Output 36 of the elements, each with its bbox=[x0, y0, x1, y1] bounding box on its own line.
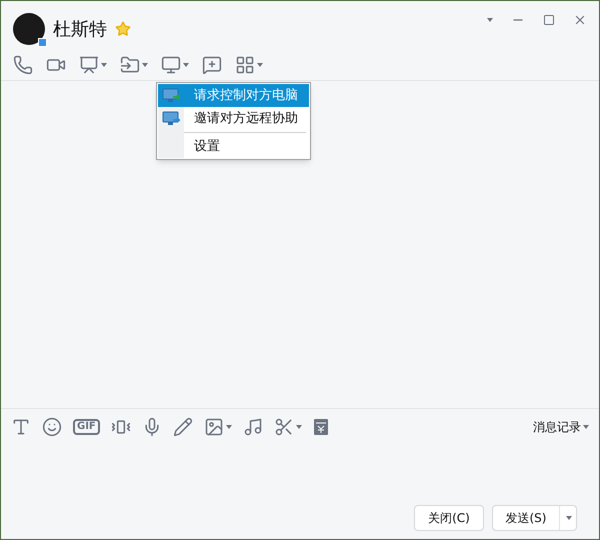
caret-icon[interactable] bbox=[583, 425, 589, 429]
status-icon bbox=[38, 38, 47, 47]
caret-icon[interactable] bbox=[142, 63, 148, 67]
history-link[interactable]: 消息记录 bbox=[533, 418, 581, 436]
caret-icon[interactable] bbox=[183, 63, 189, 67]
monitor-icon bbox=[162, 110, 180, 126]
contact-name: 杜斯特 bbox=[53, 18, 107, 42]
dropdown-icon[interactable] bbox=[487, 18, 493, 22]
caret-icon[interactable] bbox=[101, 63, 107, 67]
message-plus-icon[interactable] bbox=[202, 55, 222, 75]
close-button[interactable]: 关闭(C) bbox=[414, 505, 484, 531]
emoji-icon[interactable] bbox=[42, 417, 62, 437]
monitor-icon bbox=[162, 88, 180, 104]
gif-button[interactable]: GIF bbox=[73, 419, 100, 435]
star-icon bbox=[115, 21, 131, 37]
maximize-icon[interactable] bbox=[543, 14, 555, 26]
scissors-icon[interactable] bbox=[274, 417, 294, 437]
menu-item[interactable]: 设置 bbox=[158, 135, 309, 158]
caret-icon[interactable] bbox=[296, 425, 302, 429]
close-icon[interactable] bbox=[573, 13, 587, 27]
caret-icon[interactable] bbox=[257, 63, 263, 67]
folder-icon[interactable] bbox=[120, 55, 140, 75]
music-icon[interactable] bbox=[242, 417, 263, 437]
monitor-icon[interactable] bbox=[161, 55, 181, 75]
menu-item[interactable]: 邀请对方远程协助 bbox=[158, 107, 309, 130]
caret-icon[interactable] bbox=[226, 425, 232, 429]
menu-item[interactable]: 请求控制对方电脑 bbox=[158, 84, 309, 107]
font-icon[interactable] bbox=[11, 417, 31, 437]
grid-icon[interactable] bbox=[235, 55, 255, 75]
send-options-icon[interactable] bbox=[566, 516, 572, 520]
pencil-icon[interactable] bbox=[172, 417, 193, 437]
phone-icon[interactable] bbox=[13, 55, 33, 75]
image-icon[interactable] bbox=[204, 417, 224, 437]
avatar[interactable] bbox=[13, 13, 45, 45]
screen-share-icon[interactable] bbox=[79, 55, 99, 75]
envelope-icon[interactable] bbox=[312, 418, 329, 436]
